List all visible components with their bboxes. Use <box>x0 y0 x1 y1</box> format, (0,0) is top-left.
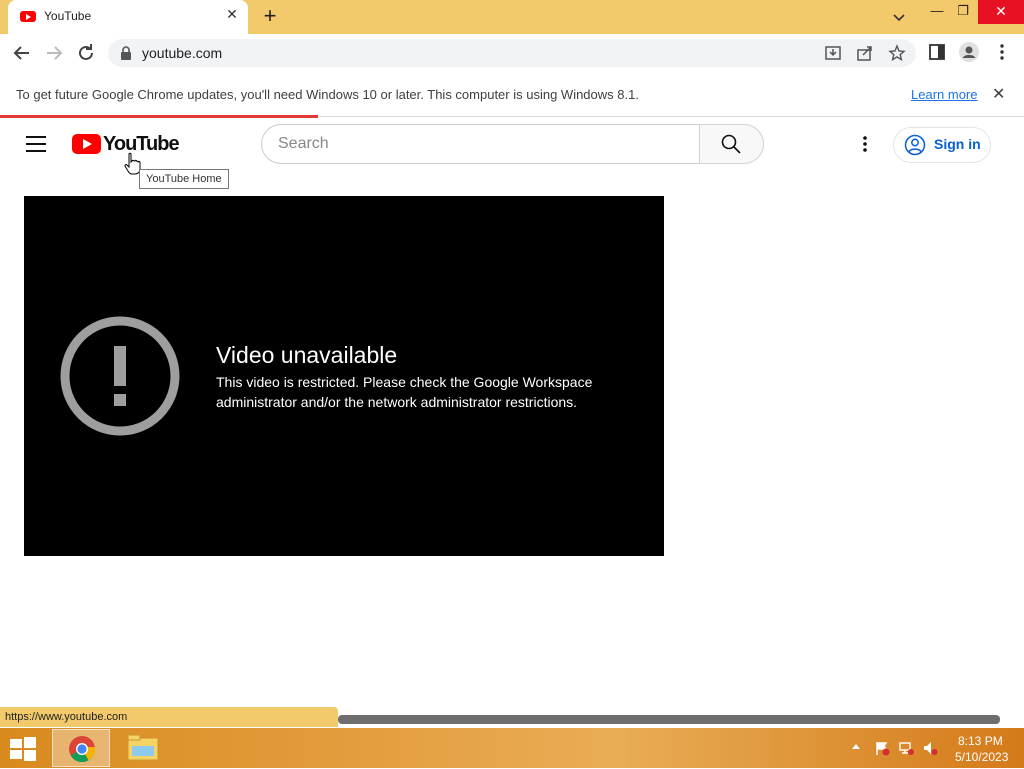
sign-in-label: Sign in <box>934 136 981 152</box>
share-icon[interactable] <box>856 44 874 62</box>
windows-taskbar: 8:13 PM 5/10/2023 <box>0 728 1024 768</box>
status-url: https://www.youtube.com <box>5 711 128 723</box>
hamburger-icon[interactable] <box>26 136 46 152</box>
side-panel-icon[interactable] <box>928 43 946 61</box>
url-text[interactable]: youtube.com <box>142 45 222 61</box>
clock-time[interactable]: 8:13 PM <box>958 734 1003 748</box>
video-player[interactable]: Video unavailable This video is restrict… <box>24 196 664 556</box>
logo-tooltip: YouTube Home <box>139 169 229 189</box>
profile-icon[interactable] <box>958 41 980 63</box>
star-icon[interactable] <box>888 44 906 62</box>
search-button[interactable] <box>699 124 764 164</box>
address-bar[interactable]: youtube.com <box>108 39 916 67</box>
search-icon <box>721 134 741 154</box>
horizontal-scrollbar[interactable] <box>338 715 1000 724</box>
browser-toolbar: youtube.com <box>0 34 1024 73</box>
chrome-icon <box>68 735 96 763</box>
tray-expand-icon[interactable] <box>852 744 860 749</box>
youtube-play-icon <box>72 134 101 154</box>
video-error-message: This video is restricted. Please check t… <box>216 374 593 410</box>
lock-icon[interactable] <box>120 46 132 60</box>
taskbar-chrome-button[interactable] <box>52 729 110 767</box>
tab-title: YouTube <box>44 9 92 23</box>
youtube-logo[interactable]: YouTube <box>72 133 180 156</box>
more-vert-icon[interactable] <box>992 43 1012 61</box>
network-icon[interactable] <box>898 740 914 756</box>
restore-button[interactable]: ❐ <box>946 0 980 24</box>
exclamation-circle-icon <box>60 316 180 436</box>
browser-tab[interactable]: YouTube ✕ <box>8 0 248 34</box>
file-explorer-icon[interactable] <box>124 732 162 764</box>
settings-more-icon[interactable] <box>862 134 868 154</box>
sign-in-button[interactable]: Sign in <box>893 127 991 163</box>
chevron-down-icon[interactable] <box>888 6 910 28</box>
windows-start-icon[interactable] <box>8 734 38 762</box>
new-tab-button[interactable]: + <box>258 4 282 28</box>
infobar-message: To get future Google Chrome updates, you… <box>16 87 639 102</box>
install-icon[interactable] <box>824 44 842 62</box>
clock-date[interactable]: 5/10/2023 <box>955 750 1008 764</box>
window-close-button[interactable]: ✕ <box>978 0 1024 24</box>
reload-icon[interactable] <box>74 41 98 65</box>
search-input[interactable]: Search <box>261 124 700 164</box>
title-bar: YouTube ✕ + — ❐ ✕ <box>0 0 1024 34</box>
back-arrow-icon[interactable] <box>10 41 34 65</box>
video-error-title: Video unavailable <box>216 342 398 368</box>
tab-close-icon[interactable]: ✕ <box>224 6 240 26</box>
update-infobar: To get future Google Chrome updates, you… <box>0 72 1024 117</box>
youtube-favicon-icon <box>20 11 36 22</box>
page-load-progress <box>0 115 318 118</box>
action-center-flag-icon[interactable] <box>874 740 890 756</box>
account-circle-icon <box>904 134 926 156</box>
status-bubble: https://www.youtube.com <box>0 707 338 727</box>
learn-more-link[interactable]: Learn more <box>911 87 977 102</box>
search-placeholder: Search <box>278 135 329 152</box>
infobar-close-icon[interactable]: ✕ <box>992 84 1005 104</box>
volume-muted-icon[interactable] <box>922 740 938 756</box>
forward-arrow-icon[interactable] <box>42 41 66 65</box>
